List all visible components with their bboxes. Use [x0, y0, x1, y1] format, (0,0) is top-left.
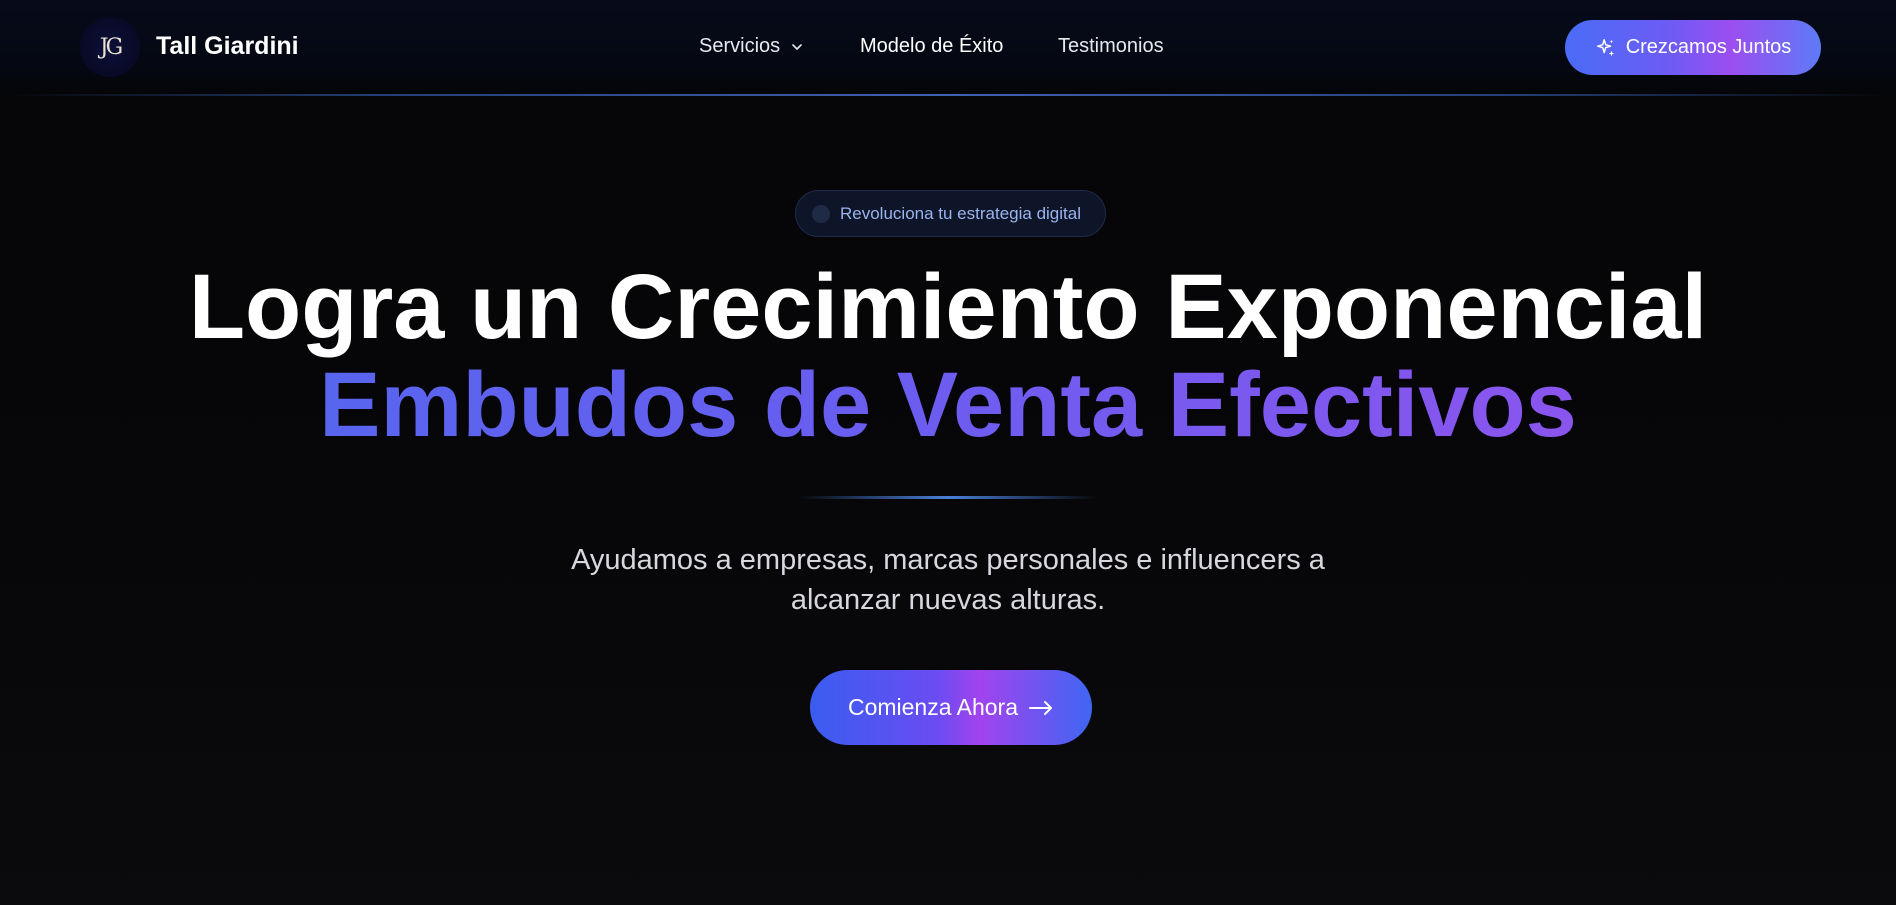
landing-page: JG Tall Giardini Servicios Modelo de Éxi… — [0, 0, 1896, 905]
hero-divider — [798, 496, 1098, 499]
hero-subtitle: Ayudamos a empresas, marcas personales e… — [571, 544, 1325, 616]
nav-item-label: Testimonios — [1058, 35, 1164, 57]
sparkle-icon — [1596, 38, 1614, 56]
hero-title-line1: Logra un Crecimiento Exponencial — [188, 256, 1708, 358]
arrow-right-icon — [1029, 700, 1053, 715]
site-header: JG Tall Giardini Servicios Modelo de Éxi… — [0, 0, 1896, 96]
cta-label: Crezcamos Juntos — [1625, 36, 1792, 58]
badge-dot-icon — [812, 204, 830, 223]
cta-label: Comienza Ahora — [847, 694, 1019, 720]
chevron-down-icon — [792, 43, 802, 50]
badge-label: Revoluciona tu estrategia digital — [840, 203, 1081, 223]
crezcamos-juntos-button[interactable]: Crezcamos Juntos — [1565, 20, 1821, 75]
nav-item-testimonios[interactable]: Testimonios — [1058, 35, 1164, 58]
hero-title-gradient: Embudos de Venta Efectivos — [319, 354, 1577, 456]
hero-title-line2: Embudos de Venta Efectivos — [0, 356, 1896, 454]
nav-item-label: Modelo de Éxito — [860, 35, 1004, 57]
header-divider — [0, 94, 1896, 96]
nav-item-label: Servicios — [699, 35, 781, 57]
nav-item-servicios[interactable]: Servicios — [699, 35, 804, 58]
nav-item-modelo-de-exito[interactable]: Modelo de Éxito — [860, 35, 1003, 58]
comienza-ahora-button[interactable]: Comienza Ahora — [810, 670, 1092, 745]
hero-badge: Revoluciona tu estrategia digital — [795, 190, 1106, 237]
